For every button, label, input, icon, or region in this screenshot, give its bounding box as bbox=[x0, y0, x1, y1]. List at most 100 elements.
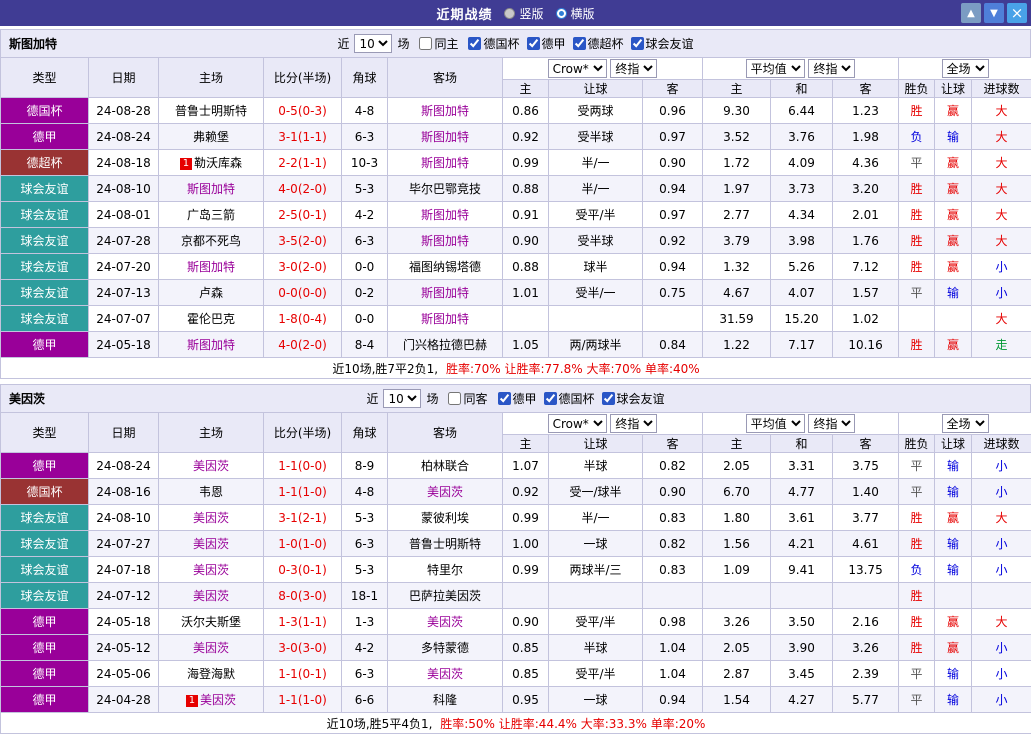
layout-vertical-radio[interactable]: 竖版 bbox=[504, 5, 543, 22]
odds-home: 1.05 bbox=[503, 332, 549, 358]
filter-德甲[interactable]: 德甲 bbox=[520, 35, 566, 52]
avg-source-select[interactable]: 平均值 bbox=[746, 59, 805, 78]
avg-stage-select[interactable]: 终指 bbox=[808, 414, 855, 433]
handicap-line: 受半球 bbox=[549, 228, 643, 254]
odds-away: 0.92 bbox=[643, 228, 703, 254]
away-team: 斯图加特 bbox=[388, 150, 503, 176]
match-date: 24-08-01 bbox=[89, 202, 159, 228]
filter-checkbox[interactable] bbox=[544, 392, 557, 405]
match-date: 24-08-16 bbox=[89, 479, 159, 505]
corner-score: 6-6 bbox=[342, 687, 388, 713]
avg-draw-odds: 4.34 bbox=[771, 202, 833, 228]
match-row: 球会友谊24-07-13卢森0-0(0-0)0-2斯图加特1.01受半/一0.7… bbox=[1, 280, 1031, 306]
same-venue-checkbox[interactable] bbox=[448, 392, 461, 405]
filter-checkbox[interactable] bbox=[602, 392, 615, 405]
score: 1-1(1-0) bbox=[264, 479, 342, 505]
result-goals: 大 bbox=[972, 228, 1031, 254]
results-table: 类型 日期 主场 比分(半场) 角球 客场 Crow* 终指 平均值 终指 bbox=[0, 412, 1031, 734]
result-handicap bbox=[935, 583, 972, 609]
col-home: 主场 bbox=[159, 58, 264, 98]
avg-source-select[interactable]: 平均值 bbox=[746, 414, 805, 433]
match-row: 球会友谊24-07-28京都不死鸟3-5(2-0)6-3斯图加特0.90受半球0… bbox=[1, 228, 1031, 254]
away-team: 斯图加特 bbox=[388, 202, 503, 228]
odds-away bbox=[643, 583, 703, 609]
handicap-line: 受半球 bbox=[549, 124, 643, 150]
filter-checkbox[interactable] bbox=[527, 37, 540, 50]
score: 0-3(0-1) bbox=[264, 557, 342, 583]
filter-checkbox[interactable] bbox=[573, 37, 586, 50]
score: 0-5(0-3) bbox=[264, 98, 342, 124]
league-type: 德国杯 bbox=[1, 479, 89, 505]
filter-controls: 近 10 场 同主 德国杯德甲德超杯球会友谊 bbox=[1, 34, 1030, 53]
corner-score: 4-2 bbox=[342, 635, 388, 661]
team-name: 斯图加特 bbox=[9, 35, 57, 52]
avg-home-odds: 2.05 bbox=[703, 635, 771, 661]
same-venue-checkbox[interactable] bbox=[419, 37, 432, 50]
odds-stage-select[interactable]: 终指 bbox=[610, 414, 657, 433]
scroll-down-button[interactable]: ▼ bbox=[984, 3, 1004, 23]
score: 4-0(2-0) bbox=[264, 176, 342, 202]
filter-球会友谊[interactable]: 球会友谊 bbox=[595, 390, 665, 407]
odds-source-select[interactable]: Crow* bbox=[548, 59, 607, 78]
filter-德国杯[interactable]: 德国杯 bbox=[461, 35, 519, 52]
col-avg-away: 客 bbox=[833, 80, 899, 98]
layout-horizontal-radio[interactable]: 横版 bbox=[556, 5, 595, 22]
filter-德国杯[interactable]: 德国杯 bbox=[537, 390, 595, 407]
result-goals: 大 bbox=[972, 202, 1031, 228]
corner-score: 0-0 bbox=[342, 254, 388, 280]
odds-source-select[interactable]: Crow* bbox=[548, 414, 607, 433]
same-venue-toggle[interactable]: 同客 bbox=[441, 390, 487, 407]
match-scope-select[interactable]: 全场 bbox=[942, 59, 989, 78]
result-handicap: 输 bbox=[935, 124, 972, 150]
scroll-up-button[interactable]: ▲ bbox=[961, 3, 981, 23]
filter-德甲[interactable]: 德甲 bbox=[491, 390, 537, 407]
match-count-select[interactable]: 10 bbox=[383, 389, 421, 408]
filter-checkbox[interactable] bbox=[468, 37, 481, 50]
avg-draw-odds: 9.41 bbox=[771, 557, 833, 583]
league-type: 球会友谊 bbox=[1, 228, 89, 254]
same-venue-toggle[interactable]: 同主 bbox=[412, 35, 458, 52]
avg-home-odds: 1.09 bbox=[703, 557, 771, 583]
summary-record: 近10场,胜5平4负1, bbox=[327, 717, 433, 731]
handicap-line: 两球半/三 bbox=[549, 557, 643, 583]
avg-home-odds: 2.05 bbox=[703, 453, 771, 479]
avg-away-odds: 3.26 bbox=[833, 635, 899, 661]
corner-score: 4-2 bbox=[342, 202, 388, 228]
avg-away-odds: 5.77 bbox=[833, 687, 899, 713]
result-handicap bbox=[935, 306, 972, 332]
match-row: 球会友谊24-07-27美因茨1-0(1-0)6-3普鲁士明斯特1.00一球0.… bbox=[1, 531, 1031, 557]
avg-draw-odds: 3.76 bbox=[771, 124, 833, 150]
result-winloss: 胜 bbox=[899, 531, 935, 557]
home-team: 1美因茨 bbox=[159, 687, 264, 713]
section-header: 斯图加特 近 10 场 同主 德国杯德甲德超杯球会友谊 bbox=[0, 29, 1031, 57]
match-rows: 德甲24-08-24美因茨1-1(0-0)8-9柏林联合1.07半球0.822.… bbox=[1, 453, 1031, 713]
odds-stage-select[interactable]: 终指 bbox=[610, 59, 657, 78]
odds-home: 0.99 bbox=[503, 557, 549, 583]
match-date: 24-05-18 bbox=[89, 332, 159, 358]
filter-球会友谊[interactable]: 球会友谊 bbox=[624, 35, 694, 52]
odds-away: 0.83 bbox=[643, 557, 703, 583]
filter-checkbox[interactable] bbox=[631, 37, 644, 50]
home-team: 斯图加特 bbox=[159, 332, 264, 358]
filter-checkbox[interactable] bbox=[498, 392, 511, 405]
away-team: 斯图加特 bbox=[388, 98, 503, 124]
summary-row: 近10场,胜5平4负1, 胜率:50% 让胜率:44.4% 大率:33.3% 单… bbox=[1, 713, 1031, 734]
home-team: 美因茨 bbox=[159, 505, 264, 531]
result-winloss: 胜 bbox=[899, 635, 935, 661]
match-count-select[interactable]: 10 bbox=[354, 34, 392, 53]
avg-home-odds: 2.87 bbox=[703, 661, 771, 687]
avg-away-odds: 3.77 bbox=[833, 505, 899, 531]
match-date: 24-07-28 bbox=[89, 228, 159, 254]
close-button[interactable]: × bbox=[1007, 3, 1027, 23]
filter-德超杯[interactable]: 德超杯 bbox=[566, 35, 624, 52]
odds-home: 1.01 bbox=[503, 280, 549, 306]
match-row: 球会友谊24-07-12美因茨8-0(3-0)18-1巴萨拉美因茨胜 bbox=[1, 583, 1031, 609]
filter-controls: 近 10 场 同客 德甲德国杯球会友谊 bbox=[1, 389, 1030, 408]
league-type: 德甲 bbox=[1, 124, 89, 150]
avg-stage-select[interactable]: 终指 bbox=[808, 59, 855, 78]
match-date: 24-07-07 bbox=[89, 306, 159, 332]
odds-home: 0.99 bbox=[503, 150, 549, 176]
result-winloss: 胜 bbox=[899, 176, 935, 202]
match-scope-select[interactable]: 全场 bbox=[942, 414, 989, 433]
odds-home: 1.00 bbox=[503, 531, 549, 557]
